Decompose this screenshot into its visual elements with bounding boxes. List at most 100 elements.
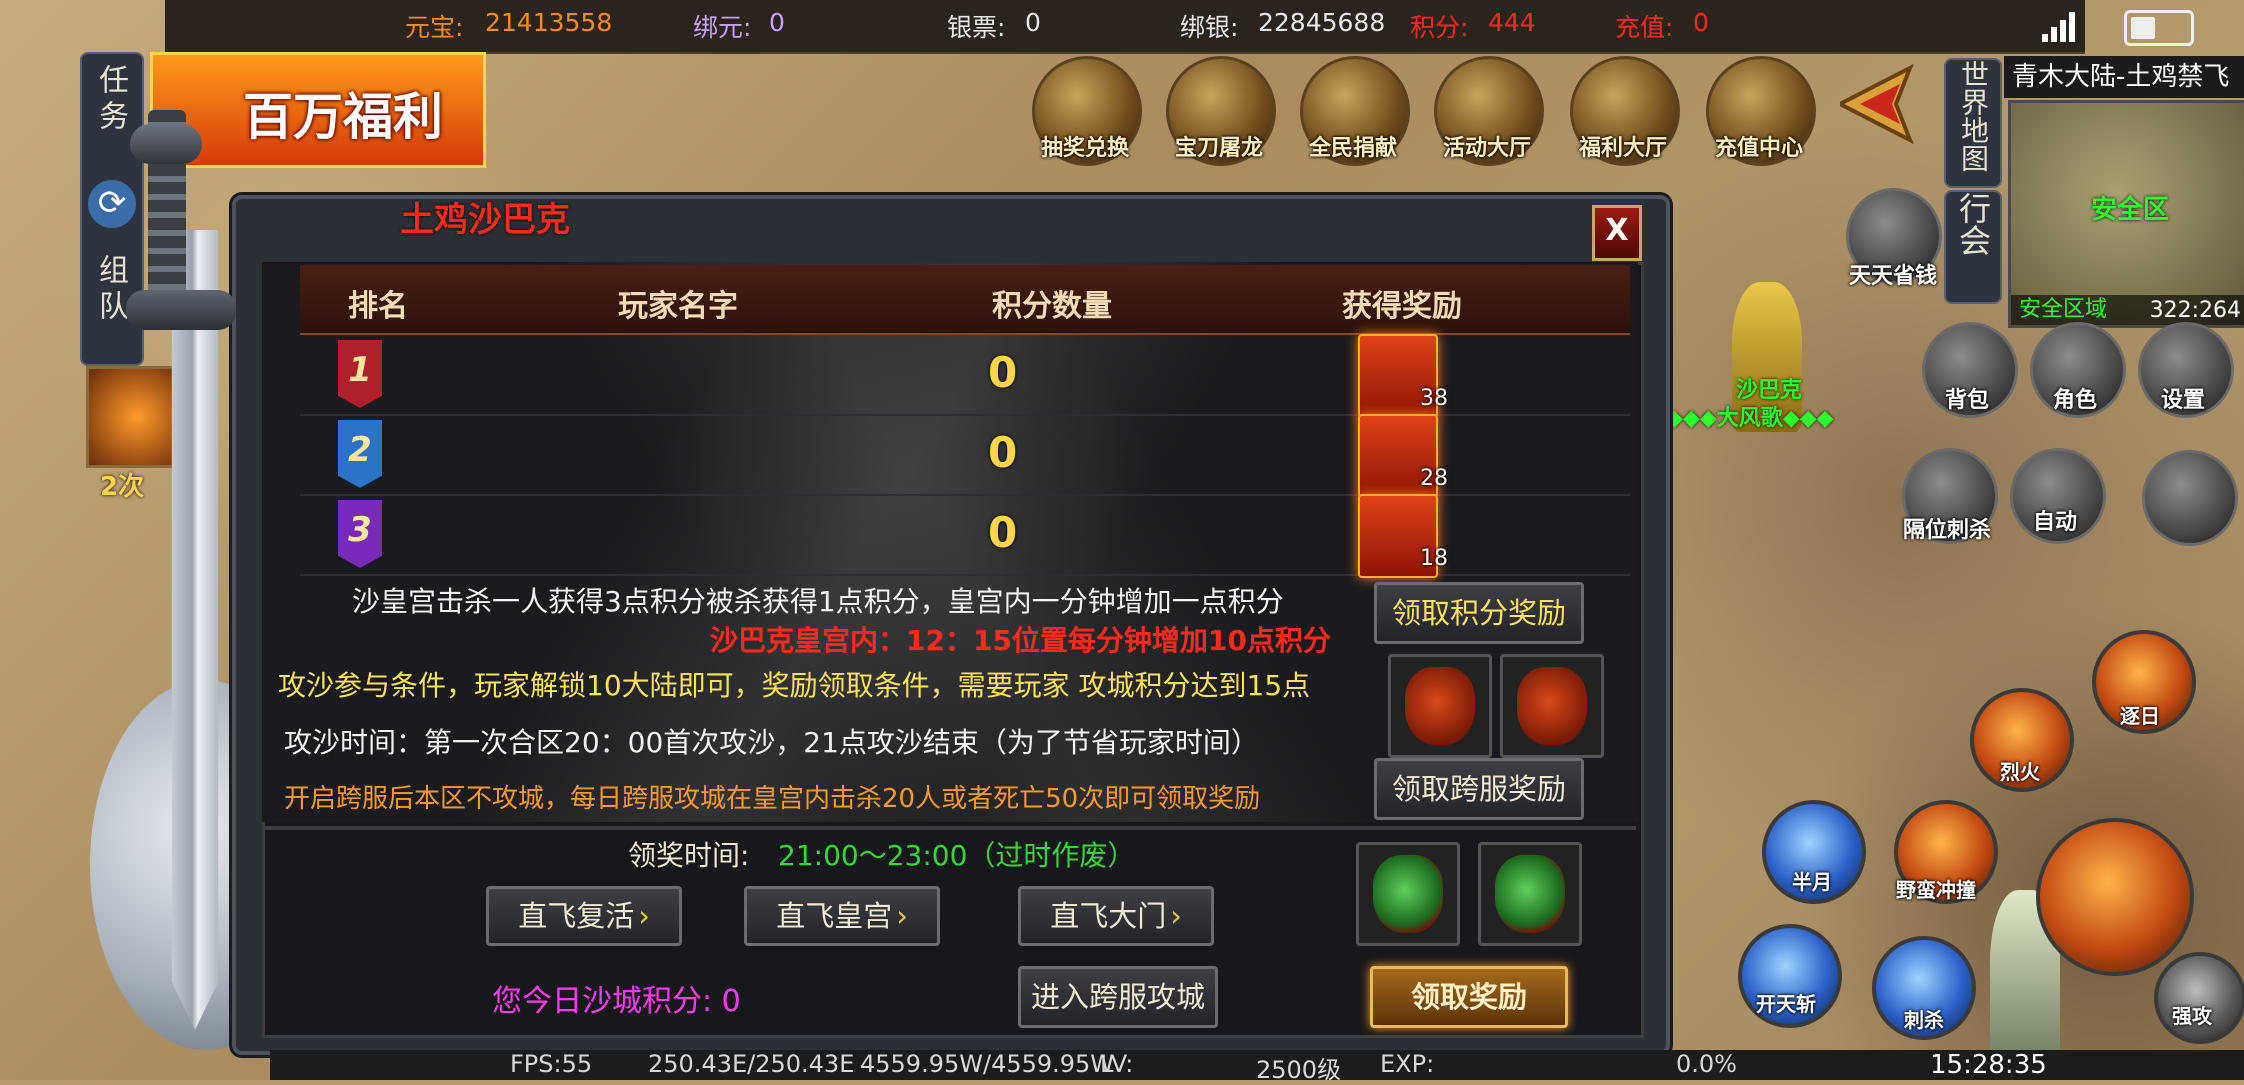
task-button[interactable]: 任务	[82, 64, 138, 148]
settings-label: 设置	[2160, 388, 2205, 413]
table-row: 1 0 38	[300, 334, 1630, 418]
table-row: 2 0 28	[300, 414, 1630, 498]
map-title: 青木大陆-土鸡禁飞	[2004, 56, 2244, 98]
rule-palace-bonus: 沙巴克皇宫内：12：15位置每分钟增加10点积分	[710, 624, 1331, 657]
chongzhi-value: 0	[1693, 8, 1709, 37]
reward-slot[interactable]	[1500, 654, 1604, 758]
refresh-icon[interactable]: ⟳	[88, 180, 136, 228]
rule-points: 沙皇宫击杀一人获得3点积分被杀获得1点积分，皇宫内一分钟增加一点积分	[352, 585, 1284, 618]
reward-count: 28	[1420, 466, 1448, 491]
fly-revive-label: 直飞复活	[518, 899, 635, 933]
today-score: 您今日沙城积分: 0	[492, 984, 741, 1019]
event-activity-hall-label: 活动大厅	[1442, 136, 1531, 161]
fly-revive-button[interactable]: 直飞复活 ›	[486, 886, 682, 946]
score-cell: 0	[988, 348, 1018, 397]
enter-cross-label: 进入跨服攻城	[1030, 980, 1205, 1014]
jifen-value: 444	[1488, 8, 1536, 37]
fly-palace-button[interactable]: 直飞皇宫 ›	[744, 886, 940, 946]
sword-blade-decoration	[171, 230, 219, 1030]
shuriken-icon[interactable]	[2142, 450, 2238, 546]
fly-gate-label: 直飞大门	[1050, 899, 1167, 933]
claim-reward-label: 领取奖励	[1410, 980, 1527, 1014]
zone-type: 安全区域	[2019, 297, 2108, 322]
world-map-label: 世界地图	[1957, 60, 1990, 172]
chevron-right-icon: ›	[1170, 899, 1182, 933]
rank-number: 3	[348, 510, 372, 550]
header-rank: 排名	[348, 289, 408, 324]
claim-points-label: 领取积分奖励	[1391, 596, 1566, 630]
rank-badge: 2	[338, 420, 382, 488]
ranking-table-header: 排名 玩家名字 积分数量 获得奖励	[300, 265, 1630, 335]
event-dragon-blade[interactable]: 宝刀屠龙	[1166, 56, 1276, 166]
yinpiao-label: 银票:	[947, 13, 1006, 42]
bag-label: 背包	[1944, 388, 1989, 413]
fly-palace-label: 直飞皇宫	[776, 899, 893, 933]
event-lottery-label: 抽奖兑换	[1040, 136, 1129, 161]
sword-pommel-decoration	[130, 124, 202, 164]
dialog-title: 土鸡沙巴克	[400, 200, 570, 240]
sword-guard-decoration	[126, 290, 236, 330]
currency-bar: 元宝: 21413558 绑元: 0 银票: 0 绑银: 22845688 积分…	[165, 0, 2085, 54]
main-attack-button[interactable]	[2036, 818, 2194, 976]
rule-participation: 攻沙参与条件，玩家解锁10大陆即可，奖励领取条件，需要玩家 攻城积分达到15点	[278, 669, 1311, 702]
chevron-right-icon: ›	[638, 899, 650, 933]
skill-zhuri-label: 逐日	[2120, 704, 2160, 728]
event-donation[interactable]: 全民捐献	[1300, 56, 1410, 166]
reward-time-value: 21:00～23:00（过时作废）	[778, 839, 1136, 872]
safe-zone-label: 安全区	[2091, 195, 2170, 225]
status-bar: FPS:55 250.43E/250.43E 4559.95W/4559.95W…	[270, 1050, 2244, 1084]
coordinates: 322:264	[2149, 298, 2241, 323]
hp-value: 250.43E/250.43E	[648, 1050, 855, 1078]
auto-label: 自动	[2032, 510, 2077, 535]
bangyuan-value: 0	[769, 8, 785, 37]
event-donation-label: 全民捐献	[1308, 136, 1397, 161]
reward-time-label: 领奖时间:	[628, 839, 750, 872]
fly-gate-button[interactable]: 直飞大门 ›	[1018, 886, 1214, 946]
claim-cross-button[interactable]: 领取跨服奖励	[1374, 758, 1584, 820]
enter-cross-button[interactable]: 进入跨服攻城	[1018, 966, 1218, 1028]
clock: 15:28:35	[1930, 1050, 2047, 1080]
event-welfare-hall[interactable]: 福利大厅	[1570, 56, 1680, 166]
guild-button[interactable]: 行会	[1944, 190, 2002, 304]
close-icon: X	[1605, 213, 1629, 248]
bangyin-value: 22845688	[1258, 8, 1386, 37]
skill-yeman-label: 野蛮冲撞	[1896, 878, 1976, 902]
chongzhi-label: 充值:	[1615, 13, 1674, 42]
reward-slot[interactable]	[1478, 842, 1582, 946]
claim-points-button[interactable]: 领取积分奖励	[1374, 582, 1584, 644]
event-welfare-hall-label: 福利大厅	[1578, 136, 1667, 161]
rule-cross-server: 开启跨服后本区不攻城，每日跨服攻城在皇宫内击杀20人或者死亡50次即可领取奖励	[284, 784, 1261, 814]
table-row: 3 0 18	[300, 494, 1630, 578]
claim-reward-button[interactable]: 领取奖励	[1370, 966, 1568, 1028]
yinpiao-value: 0	[1025, 8, 1041, 37]
strengthen-button[interactable]	[2154, 952, 2244, 1044]
bangyin-label: 绑银:	[1180, 13, 1239, 42]
reward-slot[interactable]	[1388, 654, 1492, 758]
daily-save-label: 天天省钱	[1848, 264, 1937, 289]
event-activity-hall[interactable]: 活动大厅	[1434, 56, 1544, 166]
rank-badge: 1	[338, 340, 382, 408]
close-button[interactable]: X	[1592, 205, 1642, 261]
gift-bag-icon	[1517, 667, 1587, 745]
bangyuan-label: 绑元:	[693, 13, 752, 42]
world-map-button[interactable]: 世界地图	[1944, 58, 2002, 188]
collapse-arrow-icon[interactable]	[1840, 64, 1936, 144]
yuanbao-value: 21413558	[485, 8, 613, 37]
header-player-name: 玩家名字	[618, 289, 738, 324]
divider	[264, 826, 1636, 830]
event-recharge-center-label: 充值中心	[1714, 136, 1803, 161]
minimap[interactable]: 安全区 安全区域 322:264	[2008, 100, 2244, 328]
exp-value: 0.0%	[1676, 1050, 1737, 1078]
header-reward: 获得奖励	[1342, 289, 1462, 324]
player-name: 大风歌	[1716, 406, 1783, 431]
event-lottery[interactable]: 抽奖兑换	[1032, 56, 1142, 166]
skill-liehuo-label: 烈火	[2000, 760, 2040, 784]
event-recharge-center[interactable]: 充值中心	[1706, 56, 1816, 166]
reward-count: 38	[1420, 386, 1448, 411]
jade-bag-icon	[1373, 855, 1443, 933]
level-label: LV:	[1100, 1050, 1134, 1078]
chevron-right-icon: ›	[896, 899, 908, 933]
reward-slot[interactable]	[1356, 842, 1460, 946]
promo-label: 百万福利	[243, 88, 443, 146]
rank-number: 2	[348, 430, 372, 470]
